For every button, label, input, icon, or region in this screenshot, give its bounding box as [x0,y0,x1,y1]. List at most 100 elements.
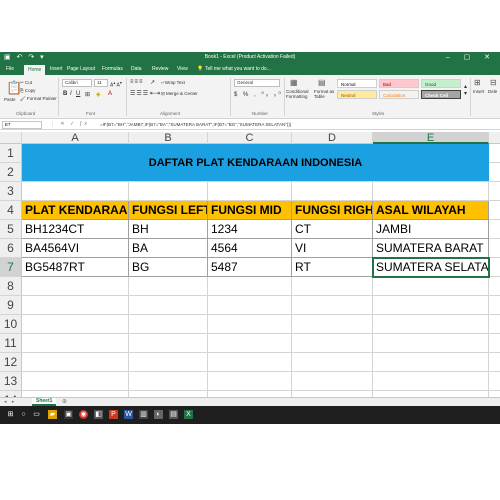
style-calculation[interactable]: Calculation [379,90,419,99]
table-cell[interactable]: BH1234CT [22,220,129,239]
row-header-9[interactable]: 9 [0,296,22,315]
copy-button[interactable]: ⎘ Copy [20,88,35,93]
paste-button[interactable]: Paste [4,97,16,102]
font-name-select[interactable]: Calibri [62,79,92,87]
align-left-icons[interactable]: ☰☰☰ [130,90,149,97]
row-header-11[interactable]: 11 [0,334,22,353]
select-all-corner[interactable] [0,132,22,144]
conditional-formatting-button[interactable]: Conditional Formatting [286,89,312,99]
row-header-2[interactable]: 2 [0,163,22,182]
row-header-4[interactable]: 4 [0,201,22,220]
column-header-d[interactable]: D [292,132,373,144]
sheet-nav-arrows[interactable]: ◂ ▸ [4,399,16,405]
indent-icons[interactable]: ⇤⇥ [150,90,160,97]
name-box[interactable]: E7 [2,121,42,129]
table-cell[interactable]: 1234 [208,220,292,239]
column-header-a[interactable]: A [22,132,129,144]
header-cell-fungsi-left[interactable]: FUNGSI LEFT [129,201,208,220]
app-icon[interactable]: ▥ [139,410,148,419]
table-cell[interactable]: 5487 [208,258,292,277]
cut-button[interactable]: ✂ Cut [20,80,32,86]
row-header-3[interactable]: 3 [0,182,22,201]
powerpoint-icon[interactable]: P [109,410,118,419]
table-cell[interactable]: BG5487RT [22,258,129,277]
font-size-select[interactable]: 11 [94,79,108,87]
row-header-1[interactable]: 1 [0,144,22,163]
style-bad[interactable]: Bad [379,79,419,88]
row-header-8[interactable]: 8 [0,277,22,296]
formula-input[interactable]: =IF(B7="BH","JAMBI",IF(B7="BA","SUMATERA… [100,122,291,127]
chrome-icon[interactable]: ◉ [79,410,88,419]
excel-icon[interactable]: X [184,410,193,419]
tab-data[interactable]: Data [131,66,142,72]
row-header-13[interactable]: 13 [0,372,22,391]
task-view-icon[interactable]: ▭ [32,410,41,419]
app-icon[interactable]: ◐ [154,410,163,419]
bold-button[interactable]: B [63,91,67,97]
table-cell[interactable]: 4564 [208,239,292,258]
add-sheet-button[interactable]: ⊕ [62,398,67,405]
app-icon[interactable]: ▤ [169,410,178,419]
styles-scroll-icon[interactable]: ▴ ▾ [464,83,467,97]
font-size-buttons[interactable]: A▴ A▾ [110,80,122,89]
insert-cells-button[interactable]: Insert [473,89,484,94]
column-header-b[interactable]: B [129,132,208,144]
table-cell[interactable]: BH [129,220,208,239]
tab-review[interactable]: Review [152,66,168,72]
app-icon[interactable]: ▣ [64,410,73,419]
table-cell[interactable]: VI [292,239,373,258]
wrap-text-button[interactable]: ⤶ Wrap Text [161,80,185,85]
row-header-6[interactable]: 6 [0,239,22,258]
style-normal[interactable]: Normal [337,79,377,88]
italic-button[interactable]: I [70,91,72,97]
table-cell[interactable]: CT [292,220,373,239]
format-painter-button[interactable]: 🖌 Format Painter [20,96,57,102]
app-icon[interactable]: ◧ [94,410,103,419]
style-good[interactable]: Good [421,79,461,88]
style-neutral[interactable]: Neutral [337,90,377,99]
column-header-f[interactable] [489,132,500,144]
align-top-icons[interactable]: ≡≡≡ [130,79,144,85]
window-controls[interactable]: – ▢ ✕ [446,53,496,61]
orientation-icon[interactable]: ↗ [150,79,155,86]
row-header-7[interactable]: 7 [0,258,22,277]
fill-color-icon[interactable]: ◈ [96,91,101,98]
delete-cells-button[interactable]: Dele [488,89,497,94]
table-cell[interactable]: RT [292,258,373,277]
tab-insert[interactable]: Insert [50,66,63,72]
search-icon[interactable]: ○ [19,410,28,419]
font-color-icon[interactable]: A [108,91,112,97]
tab-view[interactable]: View [177,66,188,72]
tab-file[interactable]: File [6,66,14,72]
column-header-e[interactable]: E [373,132,489,144]
table-cell-selected[interactable]: SUMATERA SELATAN [373,258,489,277]
header-cell-asal-wilayah[interactable]: ASAL WILAYAH [373,201,489,220]
windows-start-icon[interactable]: ⊞ [6,410,15,419]
borders-icon[interactable]: ⊞ [85,91,90,98]
tab-formulas[interactable]: Formulas [102,66,123,72]
header-cell-fungsi-right[interactable]: FUNGSI RIGHT [292,201,373,220]
table-cell[interactable]: BA [129,239,208,258]
sheet-title-cell[interactable]: DAFTAR PLAT KENDARAAN INDONESIA [22,144,489,182]
folder-icon[interactable]: ▰ [48,410,57,419]
header-cell-plat-kendaraan[interactable]: PLAT KENDARAAN [22,201,129,220]
tell-me-box[interactable]: Tell me what you want to do... [205,66,271,72]
table-cell[interactable]: BA4564VI [22,239,129,258]
header-cell-fungsi-mid[interactable]: FUNGSI MID [208,201,292,220]
word-icon[interactable]: W [124,410,133,419]
number-format-icons[interactable]: $ % , ⁰₀ ₀⁰ [234,91,283,98]
format-as-table-button[interactable]: Format as Table [314,89,336,99]
merge-center-button[interactable]: ⊟ Merge & Center [161,91,198,97]
tab-home[interactable]: Home [24,65,46,75]
tab-page-layout[interactable]: Page Layout [67,66,95,72]
table-cell[interactable]: SUMATERA BARAT [373,239,489,258]
column-header-c[interactable]: C [208,132,292,144]
style-check-cell[interactable]: Check Cell [421,90,461,99]
formula-bar-icons[interactable]: ⋮ ✕ ✓ ƒx [50,121,89,127]
row-header-12[interactable]: 12 [0,353,22,372]
row-header-5[interactable]: 5 [0,220,22,239]
underline-button[interactable]: U [76,91,80,97]
row-header-10[interactable]: 10 [0,315,22,334]
table-cell[interactable]: JAMBI [373,220,489,239]
table-cell[interactable]: BG [129,258,208,277]
